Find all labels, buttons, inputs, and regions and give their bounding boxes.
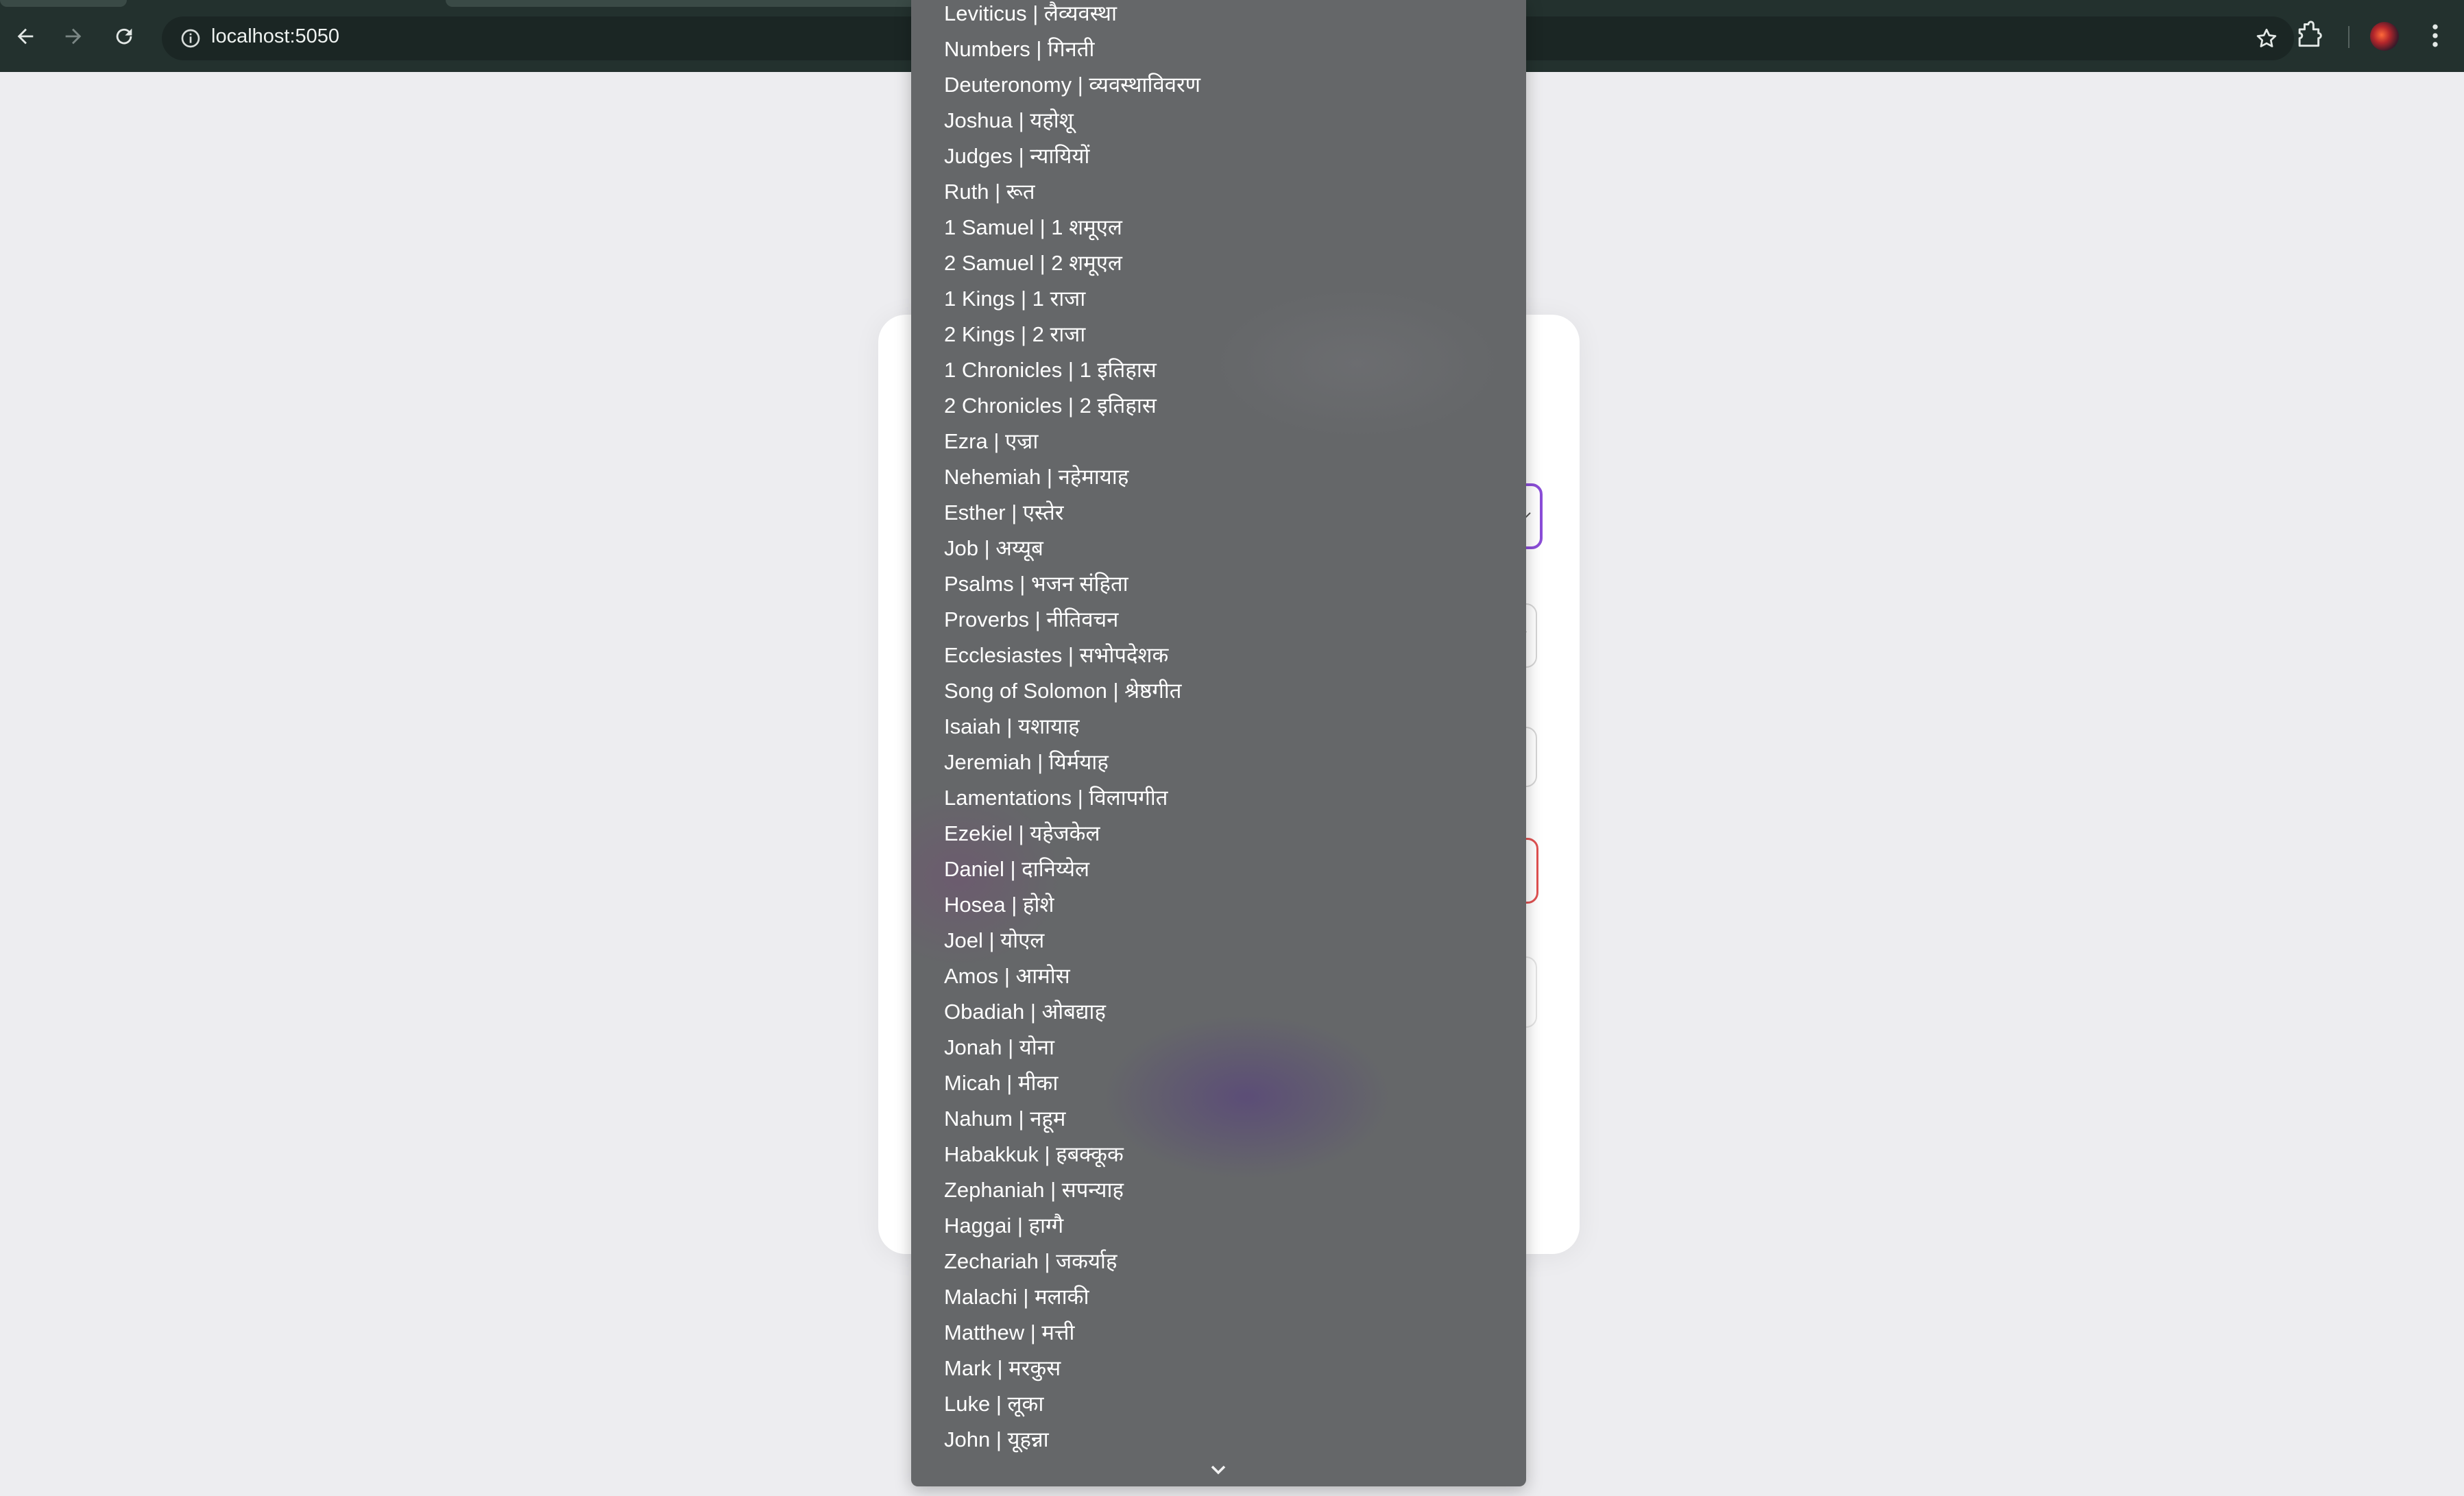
back-arrow-icon[interactable] bbox=[7, 18, 44, 55]
dropdown-option[interactable]: Micah | मीका bbox=[944, 1070, 1506, 1105]
dropdown-option[interactable]: Ezra | एज्रा bbox=[944, 428, 1506, 463]
dropdown-option[interactable]: Isaiah | यशायाह bbox=[944, 713, 1506, 749]
dropdown-option[interactable]: Habakkuk | हबक्कूक bbox=[944, 1141, 1506, 1177]
dropdown-option[interactable]: Obadiah | ओबद्याह bbox=[944, 998, 1506, 1034]
dropdown-option[interactable]: Joshua | यहोशू bbox=[944, 107, 1506, 143]
star-icon[interactable] bbox=[2254, 26, 2279, 51]
dropdown-option[interactable]: 2 Samuel | 2 शमूएल bbox=[944, 250, 1506, 285]
reload-icon[interactable] bbox=[106, 18, 143, 55]
dropdown-option[interactable]: Proverbs | नीतिवचन bbox=[944, 606, 1506, 642]
dropdown-option[interactable]: Daniel | दानिय्येल bbox=[944, 856, 1506, 891]
dropdown-option[interactable]: 1 Samuel | 1 शमूएल bbox=[944, 214, 1506, 250]
info-icon[interactable] bbox=[180, 27, 202, 49]
active-tab-edge[interactable] bbox=[0, 0, 127, 7]
dropdown-option[interactable]: Ecclesiastes | सभोपदेशक bbox=[944, 642, 1506, 677]
dropdown-option[interactable]: Ruth | रूत bbox=[944, 178, 1506, 214]
dropdown-option[interactable]: Lamentations | विलापगीत bbox=[944, 784, 1506, 820]
dropdown-option[interactable]: Mark | मरकुस bbox=[944, 1355, 1506, 1390]
dropdown-option[interactable]: Song of Solomon | श्रेष्ठगीत bbox=[944, 677, 1506, 713]
dropdown-option[interactable]: Judges | न्यायियों bbox=[944, 143, 1506, 178]
dropdown-option[interactable]: Jonah | योना bbox=[944, 1034, 1506, 1070]
dropdown-option[interactable]: Nahum | नहूम bbox=[944, 1105, 1506, 1141]
dropdown-option[interactable]: Psalms | भजन संहिता bbox=[944, 570, 1506, 606]
dropdown-option[interactable]: Zephaniah | सपन्याह bbox=[944, 1177, 1506, 1212]
dropdown-option[interactable]: Matthew | मत्ती bbox=[944, 1319, 1506, 1355]
dropdown-option[interactable]: Amos | आमोस bbox=[944, 963, 1506, 998]
toolbar-divider bbox=[2348, 26, 2350, 48]
dropdown-option[interactable]: Deuteronomy | व्यवस्थाविवरण bbox=[944, 71, 1506, 107]
dropdown-option[interactable]: Leviticus | लैव्यवस्था bbox=[944, 0, 1506, 36]
dropdown-option[interactable]: Joel | योएल bbox=[944, 927, 1506, 963]
dropdown-option[interactable]: Malachi | मलाकी bbox=[944, 1283, 1506, 1319]
forward-arrow-icon[interactable] bbox=[55, 18, 92, 55]
dropdown-option[interactable]: Nehemiah | नहेमायाह bbox=[944, 463, 1506, 499]
dropdown-option[interactable]: Job | अय्यूब bbox=[944, 535, 1506, 570]
book-dropdown-list[interactable]: Leviticus | लैव्यवस्था Numbers | गिनती Deu… bbox=[911, 0, 1526, 1486]
kebab-menu-icon[interactable] bbox=[2420, 21, 2450, 51]
dropdown-option[interactable]: Jeremiah | यिर्मयाह bbox=[944, 749, 1506, 784]
scroll-down-chevron-icon[interactable] bbox=[1206, 1460, 1231, 1481]
dropdown-option[interactable]: 2 Chronicles | 2 इतिहास bbox=[944, 392, 1506, 428]
url-text[interactable]: localhost:5050 bbox=[211, 25, 339, 48]
extensions-icon[interactable] bbox=[2293, 21, 2323, 51]
dropdown-option[interactable]: 1 Kings | 1 राजा bbox=[944, 285, 1506, 321]
dropdown-option[interactable]: Hosea | होशे bbox=[944, 891, 1506, 927]
dropdown-option[interactable]: Numbers | गिनती bbox=[944, 36, 1506, 71]
dropdown-option[interactable]: Haggai | हाग्गै bbox=[944, 1212, 1506, 1248]
dropdown-option[interactable]: Luke | लूका bbox=[944, 1390, 1506, 1426]
avatar[interactable] bbox=[2370, 22, 2399, 51]
dropdown-option[interactable]: John | यूहन्ना bbox=[944, 1426, 1506, 1462]
inactive-tab-edge[interactable] bbox=[446, 0, 919, 7]
dropdown-option[interactable]: Zechariah | जकर्याह bbox=[944, 1248, 1506, 1283]
dropdown-option[interactable]: 1 Chronicles | 1 इतिहास bbox=[944, 357, 1506, 392]
dropdown-option[interactable]: Esther | एस्तेर bbox=[944, 499, 1506, 535]
dropdown-option[interactable]: 2 Kings | 2 राजा bbox=[944, 321, 1506, 357]
dropdown-option[interactable]: Ezekiel | यहेजकेल bbox=[944, 820, 1506, 856]
